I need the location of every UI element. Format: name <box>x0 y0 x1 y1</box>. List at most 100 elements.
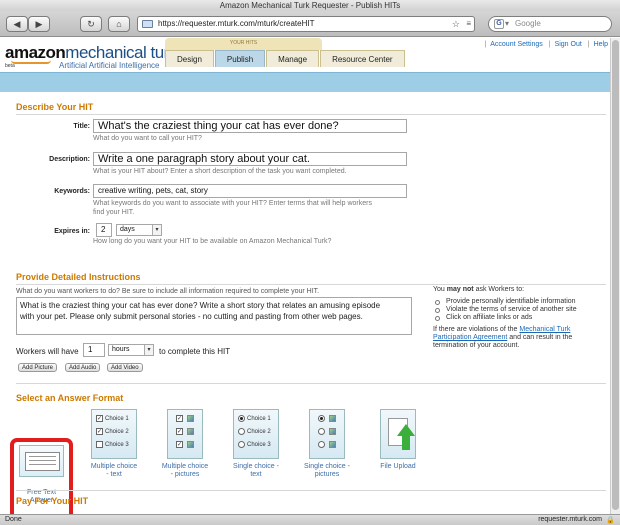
describe-section-title: Describe Your HIT <box>16 102 94 112</box>
worker-rules: You may not ask Workers to: Provide pers… <box>433 286 601 350</box>
radio-selected-icon <box>238 415 245 422</box>
page-content: amazonmechanical turk beta Artificial Ar… <box>0 38 610 514</box>
home-button[interactable]: ⌂ <box>108 16 130 32</box>
picture-icon <box>329 428 336 435</box>
tab-design[interactable]: Design <box>165 50 214 67</box>
description-field[interactable]: Write a one paragraph story about your c… <box>93 152 407 166</box>
participation-agreement-link[interactable]: Participation Agreement <box>433 334 507 341</box>
search-input[interactable]: G ▾ Google <box>488 16 612 32</box>
tab-resource-center[interactable]: Resource Center <box>320 50 405 67</box>
add-video-button[interactable]: Add Video <box>107 363 143 372</box>
header-banner <box>0 72 610 92</box>
keywords-help-1: What keywords do you want to associate w… <box>93 200 372 207</box>
description-help: What is your HIT about? Enter a short de… <box>93 168 347 175</box>
multiple-choice-pictures-option[interactable]: ✓ ✓ ✓ Multiple choice - pictures <box>148 409 222 479</box>
beta-label: beta <box>5 63 15 69</box>
rules-note-end: termination of your account. <box>433 342 520 349</box>
single-choice-pictures-option[interactable]: Single choice - pictures <box>290 409 364 479</box>
divider <box>16 383 606 384</box>
status-bar: Done requester.mturk.com 🔒 <box>0 514 620 525</box>
option-label: Multiple choice - pictures <box>148 463 222 479</box>
option-label: Single choice - text <box>219 463 293 479</box>
account-settings-link[interactable]: Account Settings <box>490 41 543 48</box>
choice-label: Choice 1 <box>105 415 129 422</box>
option-label-line: Multiple choice <box>161 463 209 470</box>
mechanical-turk-link[interactable]: Mechanical Turk <box>519 326 570 333</box>
expires-value-field[interactable]: 2 <box>96 223 112 237</box>
url-text: https://requester.mturk.com/mturk/create… <box>158 19 315 28</box>
keywords-help-2: find your HIT. <box>93 209 135 216</box>
checkbox-checked-icon: ✓ <box>176 415 183 422</box>
workers-time-field[interactable]: 1 <box>83 343 105 357</box>
option-label: File Upload <box>361 463 435 471</box>
multiple-choice-text-option[interactable]: ✓ Choice 1 ✓ Choice 2 Choice 3 Multiple ch… <box>77 409 151 479</box>
browser-toolbar: ◀ ▶ ↻ ⌂ https://requester.mturk.com/mtur… <box>0 11 620 37</box>
option-label-line: Single choice - <box>304 463 350 470</box>
tab-publish[interactable]: Publish <box>214 50 266 67</box>
reload-button[interactable]: ↻ <box>80 16 102 32</box>
status-right: requester.mturk.com <box>538 516 602 523</box>
help-link[interactable]: Help <box>594 41 608 48</box>
single-choice-text-option[interactable]: Choice 1 Choice 2 Choice 3 Single choice… <box>219 409 293 479</box>
checkbox-checked-icon: ✓ <box>96 428 103 435</box>
choice-label: Choice 3 <box>247 441 271 448</box>
instructions-textarea[interactable]: What is the craziest thing your cat has … <box>16 297 412 335</box>
radio-list-icon: Choice 1 Choice 2 Choice 3 <box>233 409 279 459</box>
tab-manage[interactable]: Manage <box>266 50 320 67</box>
file-upload-icon <box>380 409 416 459</box>
forward-button[interactable]: ▶ <box>28 16 50 32</box>
expires-unit-select[interactable]: days ▾ <box>116 224 162 236</box>
radio-pictures-icon <box>309 409 345 459</box>
window-title: Amazon Mechanical Turk Requester - Publi… <box>0 0 620 11</box>
vertical-scrollbar[interactable] <box>610 38 620 514</box>
picture-icon <box>329 415 336 422</box>
add-audio-button[interactable]: Add Audio <box>65 363 101 372</box>
choice-label: Choice 3 <box>105 441 129 448</box>
checkbox-pictures-icon: ✓ ✓ ✓ <box>167 409 203 459</box>
keywords-field[interactable]: creative writing, pets, cat, story <box>93 184 407 198</box>
rules-you: You <box>433 286 445 293</box>
radio-icon <box>318 428 325 435</box>
google-icon: G <box>494 19 504 29</box>
instructions-line-1: What is the craziest thing your cat has … <box>20 301 381 310</box>
title-field[interactable]: What's the craziest thing your cat has e… <box>93 119 407 133</box>
sign-out-link[interactable]: Sign Out <box>555 41 582 48</box>
scrollbar-thumb[interactable] <box>612 40 619 510</box>
workers-have-label: Workers will have <box>16 347 79 356</box>
option-label-line: text <box>250 471 262 478</box>
workers-unit-value: hours <box>112 346 130 353</box>
bullet-icon <box>435 307 440 313</box>
instructions-help: What do you want workers to do? Be sure … <box>16 288 320 295</box>
rules-may-not: may not <box>446 286 474 293</box>
mturk-logo[interactable]: amazonmechanical turk beta Artificial Ar… <box>5 43 177 70</box>
radio-selected-icon <box>318 415 325 422</box>
file-upload-option[interactable]: File Upload <box>361 409 435 471</box>
checkbox-list-icon: ✓ Choice 1 ✓ Choice 2 Choice 3 <box>91 409 137 459</box>
title-help: What do you want to call your HIT? <box>93 135 202 142</box>
choice-label: Choice 2 <box>247 428 271 435</box>
add-picture-button[interactable]: Add Picture <box>18 363 58 372</box>
url-bar[interactable]: https://requester.mturk.com/mturk/create… <box>137 16 475 32</box>
magnifier-icon: ▾ <box>505 19 510 28</box>
option-label-line: Single choice - <box>233 463 279 470</box>
back-button[interactable]: ◀ <box>6 16 28 32</box>
your-hits-label: YOUR HITS <box>165 38 322 50</box>
rule-text: Violate the terms of service of another … <box>446 306 577 313</box>
lock-icon: 🔒 <box>606 517 615 524</box>
status-left: Done <box>5 516 22 523</box>
checkbox-checked-icon: ✓ <box>176 428 183 435</box>
picture-icon <box>187 428 194 435</box>
radio-icon <box>238 428 245 435</box>
option-label: Multiple choice - text <box>77 463 151 479</box>
title-label: Title: <box>73 123 90 130</box>
amazon-smile-icon <box>11 60 51 64</box>
option-label-line: - text <box>106 471 122 478</box>
workers-unit-select[interactable]: hours ▾ <box>108 344 154 356</box>
expires-help: How long do you want your HIT to be avai… <box>93 238 332 245</box>
expires-unit-value: days <box>120 226 135 233</box>
option-label-line: - pictures <box>170 471 200 478</box>
instructions-section-title: Provide Detailed Instructions <box>16 272 141 282</box>
star-icon[interactable]: ☆ <box>452 17 460 31</box>
chevron-down-icon: ▾ <box>152 225 161 235</box>
rss-icon[interactable]: ≡ <box>466 17 471 31</box>
